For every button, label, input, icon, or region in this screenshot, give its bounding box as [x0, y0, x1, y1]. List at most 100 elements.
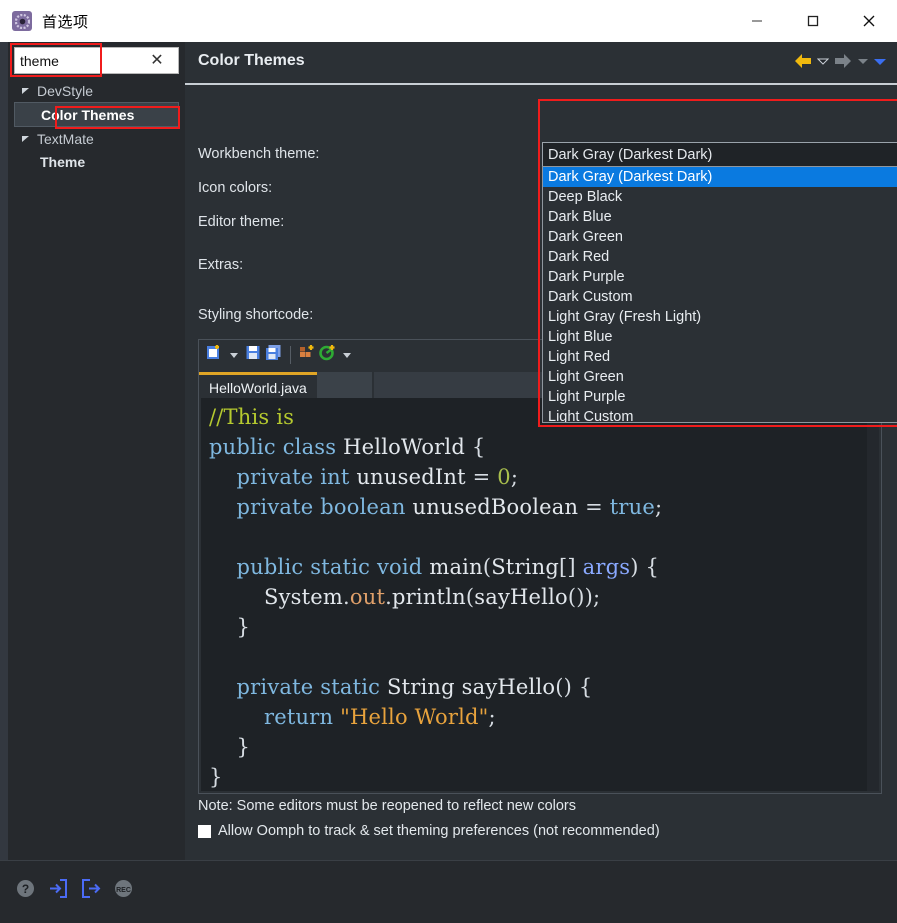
editor-tab-helloworld[interactable]: HelloWorld.java — [199, 372, 317, 398]
help-icon[interactable]: ? — [16, 879, 35, 903]
code-token: out — [349, 585, 386, 609]
code-token: ; — [655, 495, 663, 519]
code-token: static — [310, 555, 371, 579]
dropdown-option[interactable]: Dark Blue — [543, 207, 897, 227]
clear-search-icon[interactable]: ✕ — [143, 52, 171, 69]
code-token: private — [236, 465, 314, 489]
code-token: unusedInt — [356, 465, 466, 489]
tab-bar-spacer — [316, 372, 372, 398]
back-menu-chevron-down-icon[interactable] — [817, 56, 829, 66]
page-navigation — [793, 52, 887, 70]
tree-item-color-themes[interactable]: Color Themes — [14, 102, 179, 127]
code-token: sayHello — [461, 675, 556, 699]
new-file-icon[interactable] — [206, 344, 223, 366]
code-line: public class HelloWorld { — [209, 432, 879, 462]
code-token: . — [385, 585, 393, 609]
maximize-button[interactable] — [785, 0, 841, 42]
page-title: Color Themes — [198, 52, 305, 69]
code-token: HelloWorld — [343, 435, 465, 459]
save-all-icon[interactable] — [265, 344, 282, 366]
filter-search-box[interactable]: ✕ — [14, 47, 179, 74]
forward-menu-chevron-down-icon[interactable] — [857, 56, 869, 66]
forward-arrow-icon[interactable] — [833, 52, 853, 70]
expand-collapse-icon[interactable] — [18, 83, 34, 99]
tree-item-label: DevStyle — [37, 82, 94, 99]
preview-source-code: //This is public class HelloWorld { priva… — [201, 398, 879, 791]
footer-icon-group: ? REC — [16, 879, 133, 903]
minimize-button[interactable] — [729, 0, 785, 42]
save-icon[interactable] — [245, 344, 262, 366]
code-token: int — [320, 465, 350, 489]
export-icon[interactable] — [81, 879, 101, 903]
dropdown-option[interactable]: Light Gray (Fresh Light) — [543, 307, 897, 327]
label-styling-shortcode: Styling shortcode: — [198, 307, 314, 323]
code-line: private boolean unusedBoolean = true; — [209, 492, 879, 522]
code-token: . — [343, 585, 350, 609]
preview-code-area: //This is public class HelloWorld { priva… — [201, 398, 879, 791]
code-token: () { — [555, 675, 593, 699]
workbench-theme-dropdown-list[interactable]: Dark Gray (Darkest Dark) Deep Black Dark B… — [542, 166, 897, 423]
oomph-tracking-checkbox[interactable] — [198, 824, 211, 838]
dropdown-option[interactable]: Light Custom — [543, 407, 897, 422]
import-icon[interactable] — [48, 879, 68, 903]
search-input[interactable] — [15, 49, 143, 72]
code-token: 0 — [497, 465, 511, 489]
preview-vertical-scrollbar[interactable] — [867, 398, 879, 791]
new-file-dropdown-chevron-down-icon[interactable] — [230, 352, 238, 358]
expand-collapse-icon[interactable] — [18, 131, 34, 147]
tree-item-devstyle[interactable]: DevStyle — [14, 79, 179, 102]
code-line: return "Hello World"; — [209, 702, 879, 732]
code-line: private static String sayHello() { — [209, 672, 879, 702]
code-token: } — [209, 735, 251, 759]
dropdown-option[interactable]: Light Green — [543, 367, 897, 387]
preferences-dialog: 首选项 ✕ D — [0, 0, 897, 923]
label-icon-colors: Icon colors: — [198, 180, 273, 196]
code-token: true — [609, 495, 655, 519]
code-token: println — [392, 585, 466, 609]
dropdown-option[interactable]: Dark Purple — [543, 267, 897, 287]
tree-item-label: Theme — [40, 153, 86, 170]
svg-text:REC: REC — [116, 887, 131, 894]
dropdown-option[interactable]: Light Purple — [543, 387, 897, 407]
workbench-theme-combo[interactable]: Dark Gray (Darkest Dark) — [542, 142, 897, 167]
run-icon[interactable] — [319, 344, 336, 366]
dropdown-option[interactable]: Light Blue — [543, 327, 897, 347]
code-token: //This is — [209, 405, 295, 429]
code-token: main — [429, 555, 483, 579]
tree-item-label: TextMate — [37, 130, 94, 147]
tree-item-theme[interactable]: Theme — [14, 150, 179, 173]
close-button[interactable] — [841, 0, 897, 42]
dropdown-option[interactable]: Light Red — [543, 347, 897, 367]
dropdown-option[interactable]: Deep Black — [543, 187, 897, 207]
code-token: = — [578, 495, 610, 519]
workbench-theme-value: Dark Gray (Darkest Dark) — [548, 146, 713, 163]
oomph-tracking-checkbox-row[interactable]: Allow Oomph to track & set theming prefe… — [198, 823, 660, 839]
new-java-project-icon[interactable] — [299, 344, 316, 366]
code-token: } — [209, 765, 223, 789]
dropdown-option[interactable]: Dark Green — [543, 227, 897, 247]
dropdown-option[interactable]: Dark Custom — [543, 287, 897, 307]
code-line: } — [209, 612, 879, 642]
oomph-tracking-label: Allow Oomph to track & set theming prefe… — [218, 823, 660, 839]
record-icon[interactable]: REC — [114, 879, 133, 903]
toolbar-separator — [290, 346, 291, 364]
dropdown-option[interactable]: Dark Gray (Darkest Dark) — [543, 167, 897, 187]
code-token: sayHello — [474, 585, 568, 609]
code-line: private int unusedInt = 0; — [209, 462, 879, 492]
more-menu-chevron-down-icon[interactable] — [873, 56, 887, 67]
tree-item-textmate[interactable]: TextMate — [14, 127, 179, 150]
background-window-sliver — [0, 42, 8, 860]
dropdown-option[interactable]: Dark Red — [543, 247, 897, 267]
code-token: public — [209, 435, 276, 459]
run-dropdown-chevron-down-icon[interactable] — [343, 352, 351, 358]
code-token: System — [264, 585, 344, 609]
back-arrow-icon[interactable] — [793, 52, 813, 70]
